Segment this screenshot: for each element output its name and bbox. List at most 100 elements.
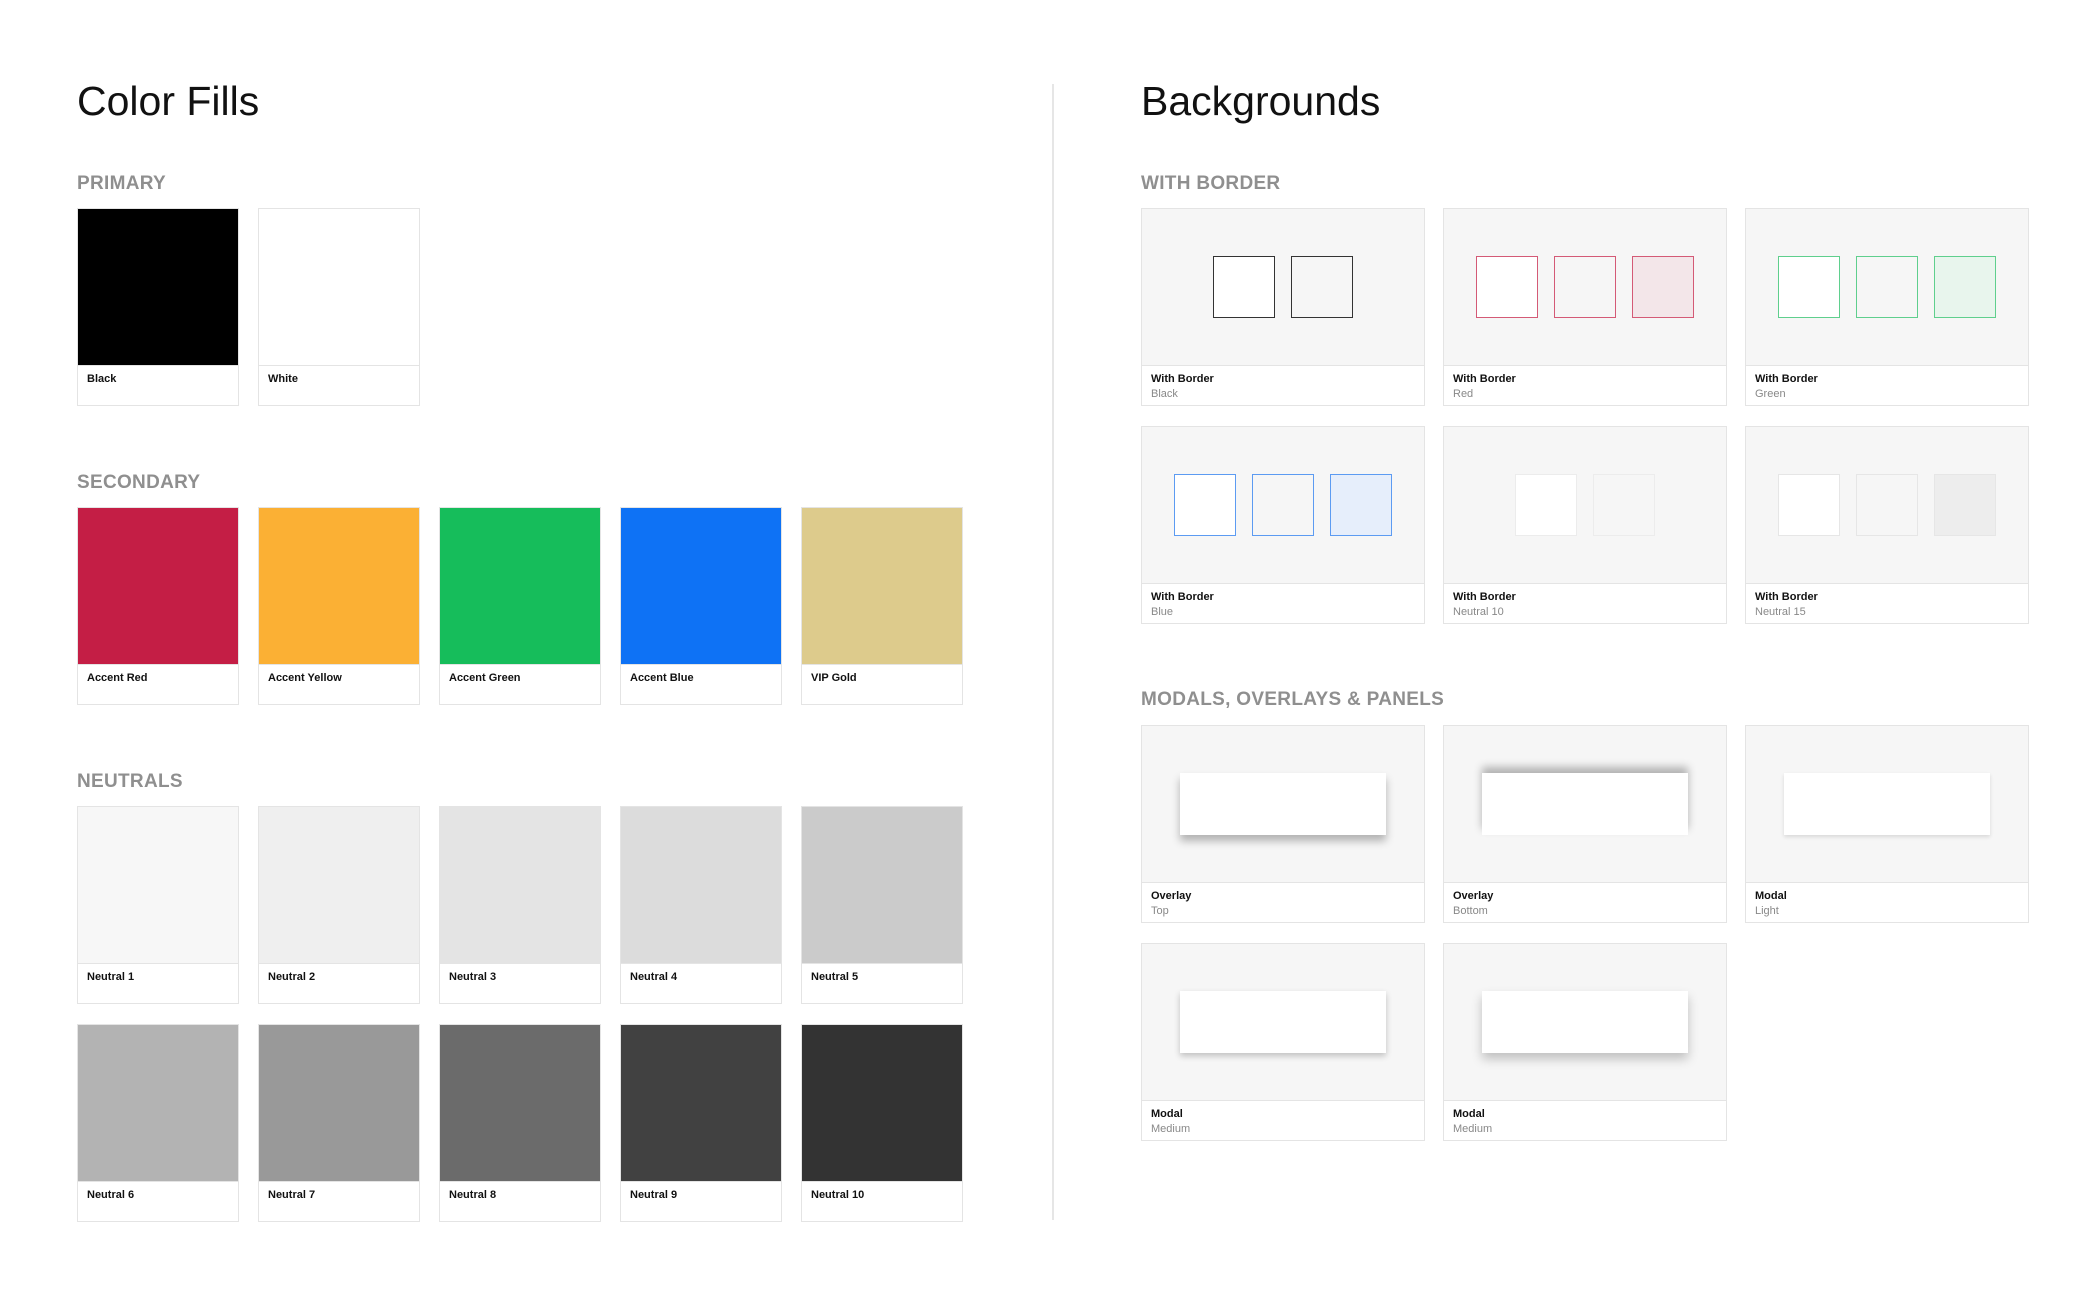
card-label: With Border: [1151, 591, 1214, 603]
card-label: With Border: [1755, 373, 1818, 385]
card-label: With Border: [1151, 373, 1214, 385]
swatch-card[interactable]: Neutral 3: [439, 806, 601, 1004]
bordered-sample: [1934, 256, 1996, 318]
card-sublabel: Red: [1453, 388, 1474, 400]
swatch-color: [621, 807, 781, 964]
background-card[interactable]: Modal Medium: [1141, 943, 1425, 1141]
background-card[interactable]: With Border Red: [1443, 208, 1727, 406]
swatch-color: [621, 508, 781, 665]
swatch-label: Black: [87, 373, 117, 385]
card-label: Modal: [1151, 1108, 1183, 1120]
swatch-card[interactable]: Neutral 6: [77, 1024, 239, 1222]
swatch-color: [440, 1025, 600, 1182]
swatch-color: [802, 807, 962, 964]
bordered-sample: [1213, 256, 1275, 318]
background-card[interactable]: With Border Neutral 15: [1745, 426, 2029, 624]
card-sublabel: Light: [1755, 905, 1779, 917]
modals-grid: Overlay Top Overlay Bottom Modal Light Modal Me…: [1141, 725, 2029, 1141]
swatch-card[interactable]: Accent Red: [77, 507, 239, 705]
secondary-swatch-grid: Accent Red Accent Yellow Accent Green Ac…: [77, 507, 963, 705]
modals-heading: MODALS, OVERLAYS & PANELS: [1141, 689, 1445, 710]
card-label: With Border: [1453, 373, 1516, 385]
background-card[interactable]: With Border Blue: [1141, 426, 1425, 624]
background-card[interactable]: With Border Green: [1745, 208, 2029, 406]
swatch-card[interactable]: Neutral 10: [801, 1024, 963, 1222]
bordered-sample: [1252, 474, 1314, 536]
background-preview: [1746, 209, 2028, 366]
swatch-card[interactable]: Accent Yellow: [258, 507, 420, 705]
swatch-label: Neutral 2: [268, 971, 316, 983]
bordered-sample: [1934, 474, 1996, 536]
card-sublabel: Top: [1151, 905, 1169, 917]
panel-sample: [1482, 991, 1688, 1053]
swatch-label: Accent Yellow: [268, 672, 342, 684]
swatch-label: Neutral 9: [630, 1189, 678, 1201]
swatch-color: [259, 508, 419, 665]
swatch-color: [78, 807, 238, 964]
swatch-color: [259, 807, 419, 964]
swatch-card[interactable]: Neutral 4: [620, 806, 782, 1004]
swatch-label: VIP Gold: [811, 672, 857, 684]
background-preview: [1444, 726, 1726, 883]
swatch-card[interactable]: Neutral 9: [620, 1024, 782, 1222]
card-label: Overlay: [1453, 890, 1494, 902]
background-card[interactable]: Modal Medium: [1443, 943, 1727, 1141]
swatch-card[interactable]: Black: [77, 208, 239, 406]
panel-sample: [1784, 773, 1990, 835]
swatch-card[interactable]: VIP Gold: [801, 507, 963, 705]
background-card[interactable]: With Border Black: [1141, 208, 1425, 406]
swatch-card[interactable]: Neutral 5: [801, 806, 963, 1004]
background-preview: [1444, 427, 1726, 584]
swatch-card[interactable]: Neutral 8: [439, 1024, 601, 1222]
card-sublabel: Blue: [1151, 606, 1174, 618]
background-preview: [1444, 944, 1726, 1101]
swatch-card[interactable]: Accent Blue: [620, 507, 782, 705]
bordered-sample: [1856, 474, 1918, 536]
primary-swatch-grid: Black White: [77, 208, 963, 406]
panel-sample: [1180, 991, 1386, 1053]
neutrals-swatch-grid: Neutral 1 Neutral 2 Neutral 3 Neutral 4 …: [77, 806, 963, 1222]
swatch-label: Accent Green: [449, 672, 521, 684]
background-card[interactable]: Overlay Top: [1141, 725, 1425, 923]
background-card[interactable]: With Border Neutral 10: [1443, 426, 1727, 624]
bordered-sample: [1554, 256, 1616, 318]
swatch-label: Accent Blue: [630, 672, 694, 684]
color-fills-title: Color Fills: [77, 78, 260, 124]
bordered-sample: [1174, 474, 1236, 536]
swatch-card[interactable]: Neutral 2: [258, 806, 420, 1004]
swatch-color: [78, 1025, 238, 1182]
swatch-color: [802, 508, 962, 665]
backgrounds-title: Backgrounds: [1141, 78, 1381, 124]
swatch-card[interactable]: Neutral 7: [258, 1024, 420, 1222]
background-preview: [1444, 209, 1726, 366]
swatch-label: Neutral 4: [630, 971, 678, 983]
swatch-color: [259, 1025, 419, 1182]
card-sublabel: Medium: [1453, 1123, 1493, 1135]
card-sublabel: Neutral 15: [1755, 606, 1806, 618]
card-sublabel: Bottom: [1453, 905, 1488, 917]
swatch-card[interactable]: Accent Green: [439, 507, 601, 705]
background-card[interactable]: Overlay Bottom: [1443, 725, 1727, 923]
bordered-sample: [1476, 256, 1538, 318]
swatch-label: Neutral 6: [87, 1189, 135, 1201]
card-label: Overlay: [1151, 890, 1192, 902]
column-divider: [1052, 84, 1054, 1220]
card-sublabel: Black: [1151, 388, 1178, 400]
swatch-label: White: [268, 373, 298, 385]
swatch-color: [78, 508, 238, 665]
card-sublabel: Medium: [1151, 1123, 1191, 1135]
bordered-sample: [1778, 474, 1840, 536]
bordered-sample: [1856, 256, 1918, 318]
background-card[interactable]: Modal Light: [1745, 725, 2029, 923]
swatch-label: Neutral 1: [87, 971, 135, 983]
card-sublabel: Green: [1755, 388, 1786, 400]
background-preview: [1746, 427, 2028, 584]
swatch-card[interactable]: Neutral 1: [77, 806, 239, 1004]
bordered-sample: [1291, 256, 1353, 318]
bordered-sample: [1632, 256, 1694, 318]
secondary-heading: SECONDARY: [77, 472, 201, 493]
swatch-card[interactable]: White: [258, 208, 420, 406]
card-label: Modal: [1755, 890, 1787, 902]
swatch-label: Neutral 7: [268, 1189, 316, 1201]
background-preview: [1142, 944, 1424, 1101]
